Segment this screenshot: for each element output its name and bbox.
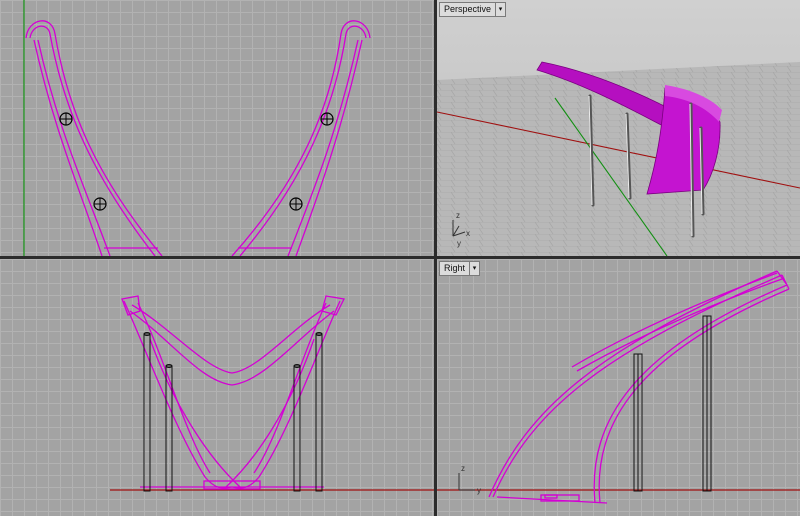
viewport-top[interactable] [0,0,434,256]
control-point-icon[interactable] [59,112,73,126]
control-point-icon[interactable] [93,197,107,211]
viewport-name: Perspective [444,4,492,14]
axis-y-label: y [457,239,461,248]
viewport-right[interactable]: z y Right ▾ [437,259,800,516]
viewport-title-right[interactable]: Right ▾ [439,261,481,276]
front-view-drawing [110,295,434,492]
right-canopy-curves [488,270,790,504]
chevron-down-icon[interactable]: ▾ [495,3,505,16]
axis-y-label: y [477,486,481,495]
viewport-name: Right [444,263,466,273]
top-canopy-curves [25,20,371,256]
axis-z-label: z [456,211,460,220]
control-point-icon[interactable] [320,112,334,126]
front-canopy-curves [121,295,345,490]
perspective-view-drawing: z y x [437,0,800,256]
right-view-drawing: z y [437,270,800,504]
viewport-perspective[interactable]: z y x Perspective ▾ [437,0,800,256]
axis-gizmo: z y [458,464,481,495]
viewport-front[interactable] [0,259,434,516]
top-view-drawing [23,0,371,256]
viewport-title-perspective[interactable]: Perspective ▾ [439,2,507,17]
axis-x-label: x [466,229,470,238]
chevron-down-icon[interactable]: ▾ [469,262,479,275]
control-point-icon[interactable] [289,197,303,211]
axis-z-label: z [461,464,465,473]
